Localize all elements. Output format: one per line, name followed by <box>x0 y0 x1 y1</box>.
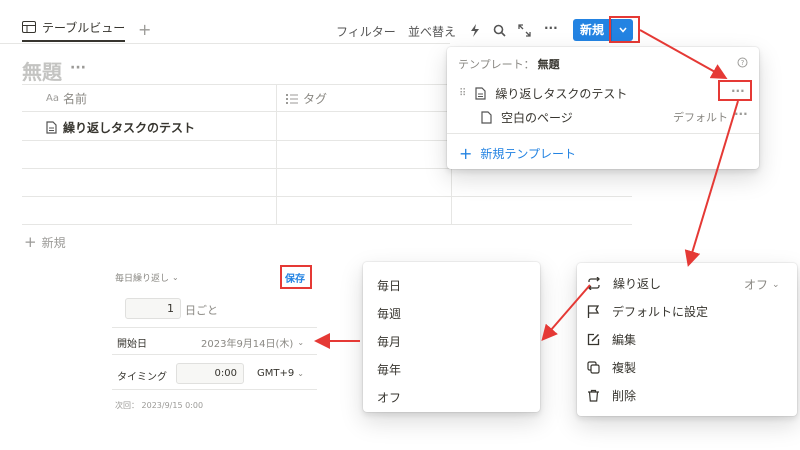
arrow-to-frequency-menu <box>541 284 591 342</box>
annotation-arrows <box>314 29 739 349</box>
arrow-to-context-menu <box>684 100 739 267</box>
arrow-to-more <box>639 29 728 79</box>
